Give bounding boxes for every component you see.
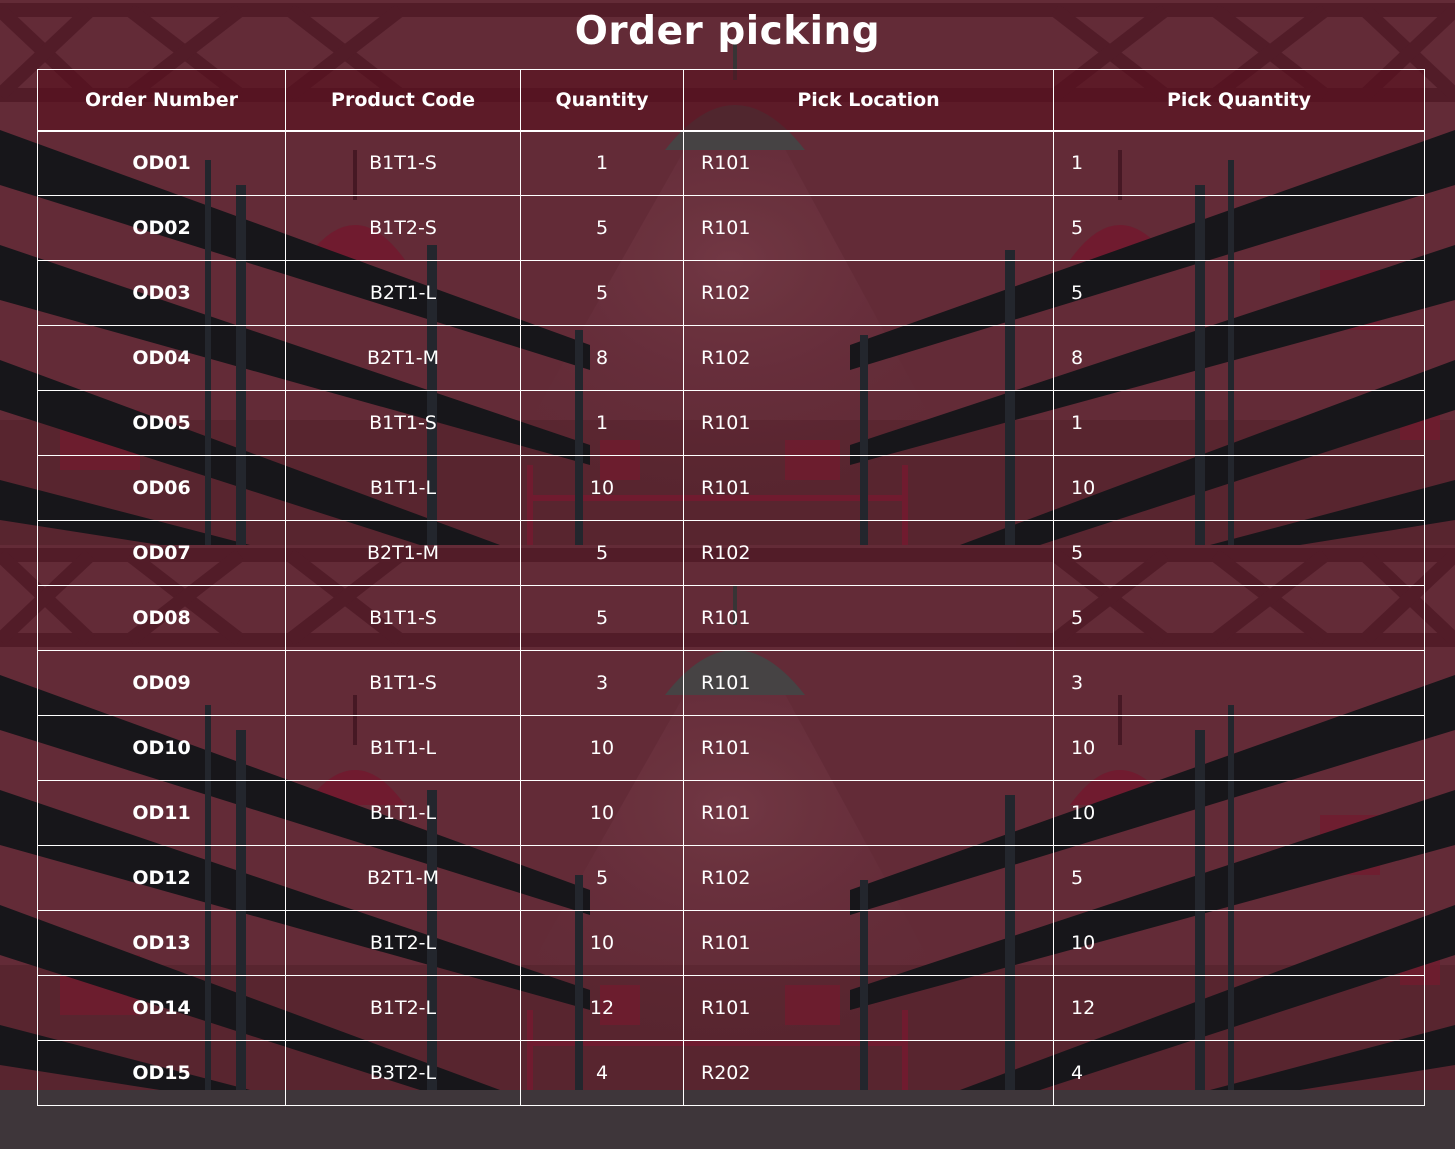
table-row[interactable]: OD03 B2T1-L 5 R102 5 (37, 260, 1425, 326)
order-number-cell: OD02 (37, 195, 286, 261)
quantity-cell: 5 (520, 520, 684, 586)
quantity-cell: 3 (520, 650, 684, 716)
pick-quantity-cell: 3 (1053, 650, 1425, 716)
order-number-cell: OD03 (37, 260, 286, 326)
quantity-cell: 5 (520, 585, 684, 651)
table-row[interactable]: OD05 B1T1-S 1 R101 1 (37, 390, 1425, 456)
product-code-cell: B1T1-S (285, 650, 521, 716)
pick-location-cell: R102 (683, 845, 1054, 911)
header-quantity[interactable]: Quantity (520, 69, 684, 132)
product-code-cell: B1T1-S (285, 130, 521, 196)
quantity-cell: 12 (520, 975, 684, 1041)
order-number-cell: OD06 (37, 455, 286, 521)
quantity-cell: 10 (520, 780, 684, 846)
product-code-cell: B2T1-M (285, 845, 521, 911)
pick-location-cell: R102 (683, 520, 1054, 586)
page-title: Order picking (574, 9, 881, 54)
product-code-cell: B1T1-L (285, 780, 521, 846)
pick-quantity-cell: 5 (1053, 260, 1425, 326)
header-product-code[interactable]: Product Code (285, 69, 521, 132)
quantity-cell: 5 (520, 260, 684, 326)
order-number-cell: OD11 (37, 780, 286, 846)
pick-location-cell: R101 (683, 650, 1054, 716)
pick-location-cell: R101 (683, 390, 1054, 456)
quantity-cell: 10 (520, 910, 684, 976)
order-number-cell: OD13 (37, 910, 286, 976)
header-order-number[interactable]: Order Number (37, 69, 286, 132)
pick-location-cell: R101 (683, 130, 1054, 196)
pick-location-cell: R101 (683, 195, 1054, 261)
table-row[interactable]: OD12 B2T1-M 5 R102 5 (37, 845, 1425, 911)
order-number-cell: OD10 (37, 715, 286, 781)
table-header-row: Order Number Product Code Quantity Pick … (37, 69, 1425, 132)
quantity-cell: 5 (520, 845, 684, 911)
pick-location-cell: R101 (683, 975, 1054, 1041)
pick-location-cell: R101 (683, 715, 1054, 781)
product-code-cell: B1T2-S (285, 195, 521, 261)
pick-location-cell: R102 (683, 260, 1054, 326)
table-row[interactable]: OD04 B2T1-M 8 R102 8 (37, 325, 1425, 391)
pick-location-cell: R101 (683, 585, 1054, 651)
pick-quantity-cell: 5 (1053, 845, 1425, 911)
table-row[interactable]: OD02 B1T2-S 5 R101 5 (37, 195, 1425, 261)
order-number-cell: OD07 (37, 520, 286, 586)
pick-quantity-cell: 5 (1053, 520, 1425, 586)
order-number-cell: OD12 (37, 845, 286, 911)
table-body: OD01 B1T1-S 1 R101 1 OD02 B1T2-S 5 R101 5 OD03 B2T1… (37, 130, 1425, 1106)
product-code-cell: B1T1-L (285, 455, 521, 521)
order-number-cell: OD08 (37, 585, 286, 651)
product-code-cell: B1T2-L (285, 910, 521, 976)
pick-quantity-cell: 10 (1053, 780, 1425, 846)
product-code-cell: B2T1-M (285, 325, 521, 391)
quantity-cell: 10 (520, 715, 684, 781)
pick-location-cell: R202 (683, 1040, 1054, 1106)
table-row[interactable]: OD15 B3T2-L 4 R202 4 (37, 1040, 1425, 1106)
product-code-cell: B1T2-L (285, 975, 521, 1041)
quantity-cell: 1 (520, 390, 684, 456)
pick-quantity-cell: 12 (1053, 975, 1425, 1041)
order-number-cell: OD15 (37, 1040, 286, 1106)
product-code-cell: B1T1-S (285, 585, 521, 651)
pick-quantity-cell: 4 (1053, 1040, 1425, 1106)
quantity-cell: 1 (520, 130, 684, 196)
order-number-cell: OD05 (37, 390, 286, 456)
table-row[interactable]: OD11 B1T1-L 10 R101 10 (37, 780, 1425, 846)
pick-location-cell: R102 (683, 325, 1054, 391)
quantity-cell: 5 (520, 195, 684, 261)
product-code-cell: B1T1-L (285, 715, 521, 781)
pick-quantity-cell: 10 (1053, 455, 1425, 521)
product-code-cell: B1T1-S (285, 390, 521, 456)
header-pick-quantity[interactable]: Pick Quantity (1053, 69, 1425, 132)
table-row[interactable]: OD10 B1T1-L 10 R101 10 (37, 715, 1425, 781)
header-pick-location[interactable]: Pick Location (683, 69, 1054, 132)
table-row[interactable]: OD14 B1T2-L 12 R101 12 (37, 975, 1425, 1041)
quantity-cell: 10 (520, 455, 684, 521)
order-number-cell: OD01 (37, 130, 286, 196)
order-number-cell: OD14 (37, 975, 286, 1041)
product-code-cell: B2T1-M (285, 520, 521, 586)
table-row[interactable]: OD13 B1T2-L 10 R101 10 (37, 910, 1425, 976)
quantity-cell: 8 (520, 325, 684, 391)
table-row[interactable]: OD01 B1T1-S 1 R101 1 (37, 130, 1425, 196)
pick-quantity-cell: 1 (1053, 130, 1425, 196)
product-code-cell: B2T1-L (285, 260, 521, 326)
pick-quantity-cell: 5 (1053, 585, 1425, 651)
pick-location-cell: R101 (683, 455, 1054, 521)
order-number-cell: OD04 (37, 325, 286, 391)
table-row[interactable]: OD07 B2T1-M 5 R102 5 (37, 520, 1425, 586)
table-row[interactable]: OD09 B1T1-S 3 R101 3 (37, 650, 1425, 716)
order-picking-table: Order Number Product Code Quantity Pick … (37, 69, 1425, 1106)
quantity-cell: 4 (520, 1040, 684, 1106)
pick-quantity-cell: 8 (1053, 325, 1425, 391)
pick-quantity-cell: 10 (1053, 910, 1425, 976)
pick-quantity-cell: 10 (1053, 715, 1425, 781)
pick-quantity-cell: 1 (1053, 390, 1425, 456)
table-row[interactable]: OD06 B1T1-L 10 R101 10 (37, 455, 1425, 521)
table-row[interactable]: OD08 B1T1-S 5 R101 5 (37, 585, 1425, 651)
order-number-cell: OD09 (37, 650, 286, 716)
pick-location-cell: R101 (683, 910, 1054, 976)
pick-location-cell: R101 (683, 780, 1054, 846)
pick-quantity-cell: 5 (1053, 195, 1425, 261)
product-code-cell: B3T2-L (285, 1040, 521, 1106)
